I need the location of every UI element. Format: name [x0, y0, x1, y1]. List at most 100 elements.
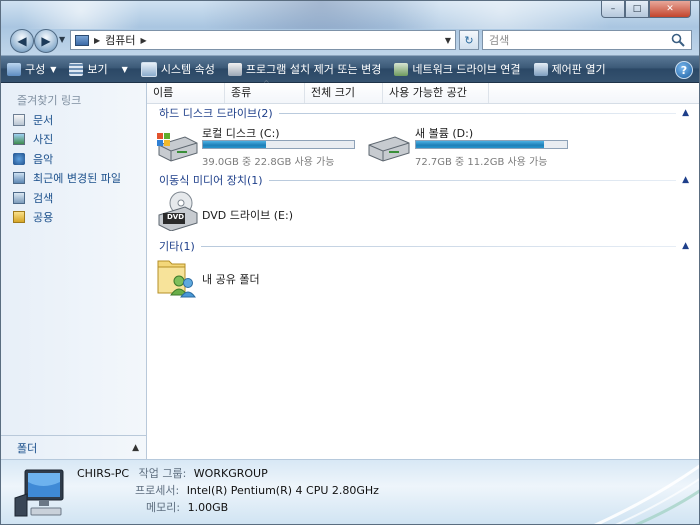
- search-icon[interactable]: [671, 33, 687, 47]
- public-icon: [13, 211, 25, 224]
- computer-large-icon: [14, 469, 64, 517]
- favorite-links-list: 문서 사진 음악 최근에 변경된 파일 검색 공용: [13, 110, 121, 227]
- sidebar-item-searches[interactable]: 검색: [13, 188, 121, 208]
- chevron-up-icon: ▲: [132, 442, 139, 453]
- memory-row: 메모리: 1.00GB: [146, 499, 228, 515]
- chevron-down-icon: ▼: [121, 64, 128, 74]
- group-title: 기타(1): [159, 240, 195, 253]
- breadcrumb-separator-icon[interactable]: ▶: [141, 36, 147, 45]
- refresh-icon: ↻: [464, 33, 474, 47]
- chevron-up-icon: ▲: [682, 108, 689, 118]
- group-header-removable-media[interactable]: 이동식 미디어 장치(1) ▲: [159, 173, 689, 187]
- memory-value: 1.00GB: [187, 501, 229, 514]
- open-control-panel-label: 제어판 열기: [551, 63, 606, 76]
- minimize-button[interactable]: –: [601, 1, 625, 18]
- history-dropdown-icon[interactable]: ▼: [59, 35, 65, 44]
- system-properties-button[interactable]: 시스템 속성: [140, 61, 215, 77]
- sidebar-item-pictures[interactable]: 사진: [13, 130, 121, 150]
- favorite-links-header: 즐겨찾기 링크: [17, 94, 82, 107]
- explorer-window: – □ ✕ ◀ ▶ ▼ ▶ 컴퓨터 ▶ ▼ ↻ 구성 ▼ 보기 ▼: [0, 0, 700, 525]
- sidebar-item-documents[interactable]: 문서: [13, 110, 121, 130]
- drive-item-e[interactable]: DVD DVD 드라이브 (E:): [155, 191, 355, 231]
- views-icon: [69, 62, 84, 76]
- folders-toggle[interactable]: 폴더 ▲: [1, 435, 147, 459]
- documents-icon: [13, 113, 25, 126]
- decorative-swoosh: [593, 464, 699, 524]
- dvd-drive-icon: [158, 191, 198, 231]
- searches-icon: [13, 191, 25, 204]
- address-dropdown-icon[interactable]: ▼: [445, 36, 451, 45]
- group-divider: [268, 179, 677, 181]
- maximize-button[interactable]: □: [625, 1, 649, 18]
- column-header-free-space[interactable]: 사용 가능한 공간: [383, 83, 489, 103]
- open-control-panel-button[interactable]: 제어판 열기: [533, 61, 606, 77]
- file-list-pane: 이름 종류 ^ 전체 크기 사용 가능한 공간 하드 디스크 드라이브(2) ▲: [147, 79, 699, 459]
- search-input[interactable]: [482, 30, 692, 50]
- drive-usage-bar: [202, 140, 355, 149]
- drive-item-c[interactable]: 로컬 디스크 (C:) 39.0GB 중 22.8GB 사용 가능: [155, 125, 365, 168]
- views-label: 보기: [87, 63, 108, 76]
- views-button[interactable]: 보기 ▼: [69, 61, 128, 77]
- sidebar-item-public[interactable]: 공용: [13, 208, 121, 228]
- pictures-icon: [13, 133, 25, 146]
- map-network-drive-label: 네트워크 드라이브 연결: [412, 63, 521, 76]
- uninstall-program-label: 프로그램 설치 제거 또는 변경: [245, 63, 382, 76]
- sidebar-item-label: 문서: [33, 113, 54, 127]
- local-disk-windows-icon: [157, 133, 198, 162]
- chevron-up-icon: ▲: [682, 175, 689, 185]
- drive-item-d[interactable]: 새 볼륨 (D:) 72.7GB 중 11.2GB 사용 가능: [367, 125, 577, 168]
- help-icon[interactable]: ?: [675, 61, 693, 79]
- drive-usage-bar: [415, 140, 568, 149]
- column-headers: 이름 종류 ^ 전체 크기 사용 가능한 공간: [147, 79, 699, 104]
- shared-folder-item[interactable]: 내 공유 폴더: [155, 255, 355, 299]
- sidebar-item-music[interactable]: 음악: [13, 149, 121, 169]
- group-header-other[interactable]: 기타(1) ▲: [159, 239, 689, 253]
- shared-folder-icon: [157, 260, 196, 298]
- folder-name: 내 공유 폴더: [202, 273, 260, 286]
- column-header-name[interactable]: 이름: [147, 83, 225, 103]
- chevron-up-icon: ▲: [682, 241, 689, 251]
- forward-button[interactable]: ▶: [34, 29, 58, 53]
- back-button[interactable]: ◀: [10, 29, 34, 53]
- sidebar-item-label: 공용: [33, 211, 54, 225]
- drive-usage-fill: [416, 141, 545, 148]
- back-arrow-icon: ◀: [17, 34, 27, 48]
- computer-name: CHIRS-PC: [77, 467, 130, 480]
- workgroup-value: WORKGROUP: [193, 467, 268, 480]
- group-header-hard-disk-drives[interactable]: 하드 디스크 드라이브(2) ▲: [159, 106, 689, 120]
- group-title: 하드 디스크 드라이브(2): [159, 107, 273, 120]
- sidebar-item-label: 음악: [33, 152, 54, 166]
- hard-drive-icon: [368, 136, 410, 162]
- sidebar-item-label: 검색: [33, 191, 54, 205]
- close-button[interactable]: ✕: [649, 1, 691, 18]
- address-bar[interactable]: ▶ 컴퓨터 ▶ ▼: [70, 30, 456, 50]
- organize-label: 구성: [25, 63, 46, 76]
- address-row: ◀ ▶ ▼ ▶ 컴퓨터 ▶ ▼ ↻: [1, 27, 699, 55]
- processor-label: 프로세서:: [135, 484, 180, 497]
- sidebar-item-recent-files[interactable]: 최근에 변경된 파일: [13, 169, 121, 189]
- workgroup-label: 작업 그룹:: [138, 467, 187, 480]
- group-title: 이동식 미디어 장치(1): [159, 174, 263, 187]
- breadcrumb-computer[interactable]: 컴퓨터: [105, 32, 135, 48]
- sidebar-item-label: 최근에 변경된 파일: [33, 172, 121, 186]
- drive-name: DVD 드라이브 (E:): [202, 209, 293, 222]
- navigation-pane: 즐겨찾기 링크 문서 사진 음악 최근에 변경된 파일 검색 공용 폴더 ▲: [1, 83, 147, 459]
- title-bar: [1, 1, 699, 29]
- sidebar-item-label: 사진: [33, 133, 54, 147]
- folders-label: 폴더: [17, 441, 38, 455]
- breadcrumb-separator-icon[interactable]: ▶: [94, 36, 100, 45]
- uninstall-program-button[interactable]: 프로그램 설치 제거 또는 변경: [227, 61, 382, 77]
- system-properties-label: 시스템 속성: [160, 63, 215, 76]
- refresh-button[interactable]: ↻: [459, 30, 479, 50]
- organize-button[interactable]: 구성 ▼: [7, 61, 56, 77]
- processor-row: 프로세서: Intel(R) Pentium(R) 4 CPU 2.80GHz: [135, 482, 379, 498]
- column-header-total-size[interactable]: 전체 크기: [305, 83, 383, 103]
- drive-space-info: 72.7GB 중 11.2GB 사용 가능: [415, 157, 548, 168]
- dvd-logo-text: DVD: [167, 213, 185, 221]
- command-bar: 구성 ▼ 보기 ▼ 시스템 속성 프로그램 설치 제거 또는 변경 네트워크 드…: [1, 55, 699, 83]
- map-network-drive-button[interactable]: 네트워크 드라이브 연결: [394, 61, 521, 77]
- memory-label: 메모리:: [146, 501, 181, 514]
- music-icon: [13, 152, 25, 165]
- chevron-down-icon: ▼: [50, 64, 57, 74]
- sort-ascending-icon: ^: [263, 79, 270, 88]
